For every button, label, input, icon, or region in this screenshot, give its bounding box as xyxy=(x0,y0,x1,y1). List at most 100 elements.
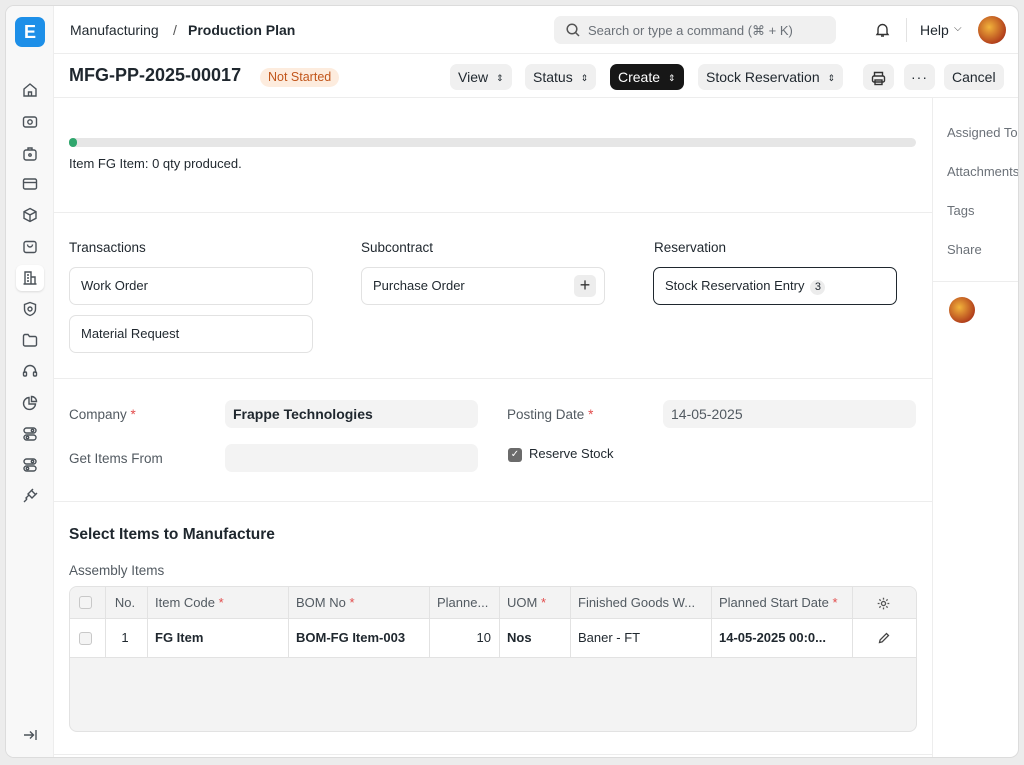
assigned-to-link[interactable]: Assigned To xyxy=(947,125,1018,140)
page-header: MFG-PP-2025-00017 Not Started View ⇕ Stat… xyxy=(54,54,1018,98)
row-no: 1 xyxy=(121,630,129,645)
headset-icon[interactable] xyxy=(21,362,39,380)
card-icon[interactable] xyxy=(21,175,39,193)
posting-date-label: Posting Date * xyxy=(507,407,594,422)
column-warehouse[interactable]: Finished Goods W... xyxy=(570,587,711,618)
column-start-date[interactable]: Planned Start Date * xyxy=(711,587,852,618)
view-button-label: View xyxy=(458,69,489,85)
bell-icon[interactable] xyxy=(874,21,891,38)
column-item-code[interactable]: Item Code * xyxy=(147,587,288,618)
table-row[interactable]: 1 FG Item BOM-FG Item-003 10 Nos Baner -… xyxy=(70,619,916,658)
progress-section: Item FG Item: 0 qty produced. xyxy=(54,98,932,213)
pie-chart-icon[interactable] xyxy=(21,394,39,412)
get-items-from-label: Get Items From xyxy=(69,451,163,466)
material-request-link[interactable]: Material Request xyxy=(69,315,313,353)
divider xyxy=(54,754,932,755)
breadcrumb-separator: / xyxy=(173,22,177,38)
stock-reservation-entry-label: Stock Reservation Entry xyxy=(665,278,805,293)
row-item-code[interactable]: FG Item xyxy=(147,619,288,657)
right-sidebar: Assigned To Attachments Tags Share xyxy=(932,98,1018,757)
collapse-sidebar-icon[interactable] xyxy=(21,726,39,744)
assembly-items-label: Assembly Items xyxy=(69,563,165,578)
column-no: No. xyxy=(114,595,136,610)
create-button[interactable]: Create ⇕ xyxy=(610,64,684,90)
stock-reservation-entry-link[interactable]: Stock Reservation Entry 3 xyxy=(653,267,897,305)
user-avatar[interactable] xyxy=(978,16,1006,44)
eye-icon[interactable] xyxy=(21,113,39,131)
assembly-items-table: No. Item Code * BOM No * Planne... UOM *… xyxy=(69,586,917,732)
company-field[interactable]: Frappe Technologies xyxy=(225,400,478,428)
row-planned-qty[interactable]: 10 xyxy=(429,619,499,657)
print-button[interactable] xyxy=(863,64,894,90)
status-button-label: Status xyxy=(533,69,573,85)
company-label: Company * xyxy=(69,407,136,422)
status-badge: Not Started xyxy=(260,68,340,87)
column-planned-qty[interactable]: Planne... xyxy=(429,587,499,618)
tags-link[interactable]: Tags xyxy=(947,203,974,218)
progress-bar xyxy=(69,138,916,147)
plug-icon[interactable] xyxy=(21,487,39,505)
creator-avatar[interactable] xyxy=(949,297,975,323)
gear-icon[interactable] xyxy=(876,596,891,611)
reserve-stock-checkbox[interactable]: ✓ xyxy=(508,448,522,462)
attachments-link[interactable]: Attachments xyxy=(947,164,1018,179)
progress-fill xyxy=(69,138,78,147)
app-logo[interactable]: E xyxy=(15,17,45,47)
printer-icon xyxy=(870,69,887,86)
add-icon[interactable]: + xyxy=(574,275,596,297)
details-section: Company * Frappe Technologies Get Items … xyxy=(54,379,932,502)
sidebar: E xyxy=(6,6,54,757)
row-uom[interactable]: Nos xyxy=(499,619,570,657)
column-uom[interactable]: UOM * xyxy=(499,587,570,618)
reservation-heading: Reservation xyxy=(654,240,727,255)
transactions-heading: Transactions xyxy=(69,240,146,255)
table-header: No. Item Code * BOM No * Planne... UOM *… xyxy=(70,587,916,619)
connections-section: Transactions Subcontract Reservation Wor… xyxy=(54,213,932,379)
chevron-updown-icon: ⇕ xyxy=(580,73,589,83)
row-warehouse[interactable]: Baner - FT xyxy=(570,619,711,657)
cube-icon[interactable] xyxy=(21,206,39,224)
building-icon[interactable] xyxy=(16,265,44,291)
status-button[interactable]: Status ⇕ xyxy=(525,64,597,90)
help-menu[interactable]: Help xyxy=(920,22,949,38)
posting-date-field[interactable]: 14-05-2025 xyxy=(663,400,916,428)
row-bom-no[interactable]: BOM-FG Item-003 xyxy=(288,619,429,657)
search-bar[interactable]: Search or type a command (⌘ + K) xyxy=(554,16,836,44)
chevron-updown-icon: ⇕ xyxy=(827,73,836,83)
app-window: E Manufacturing / Production Plan Search… xyxy=(6,6,1018,757)
get-items-from-field[interactable] xyxy=(225,444,478,472)
document-title: MFG-PP-2025-00017 xyxy=(69,65,242,85)
purchase-order-label: Purchase Order xyxy=(373,278,465,293)
subcontract-heading: Subcontract xyxy=(361,240,434,255)
work-order-link[interactable]: Work Order xyxy=(69,267,313,305)
column-bom-no[interactable]: BOM No * xyxy=(288,587,429,618)
shield-icon[interactable] xyxy=(21,300,39,318)
cancel-button[interactable]: Cancel xyxy=(944,64,1004,90)
more-actions-button[interactable]: ··· xyxy=(904,64,935,90)
briefcase-icon[interactable] xyxy=(21,145,39,163)
row-start-date[interactable]: 14-05-2025 00:0... xyxy=(711,619,852,657)
main-content: Item FG Item: 0 qty produced. Transactio… xyxy=(54,98,932,757)
breadcrumb-module[interactable]: Manufacturing xyxy=(70,22,159,38)
chevron-down-icon[interactable]: ⌵ xyxy=(954,23,962,34)
chevron-updown-icon: ⇕ xyxy=(668,73,676,83)
top-bar: Manufacturing / Production Plan Search o… xyxy=(54,6,1018,54)
toggle-icon[interactable] xyxy=(21,456,39,474)
breadcrumb-doctype[interactable]: Production Plan xyxy=(188,22,295,38)
view-button[interactable]: View ⇕ xyxy=(450,64,512,90)
create-button-label: Create xyxy=(618,69,661,85)
folder-icon[interactable] xyxy=(21,331,39,349)
search-placeholder: Search or type a command (⌘ + K) xyxy=(588,23,793,38)
count-badge: 3 xyxy=(810,280,826,295)
purchase-order-link[interactable]: Purchase Order + xyxy=(361,267,605,305)
share-link[interactable]: Share xyxy=(947,242,982,257)
row-checkbox[interactable] xyxy=(79,632,92,645)
select-all-checkbox[interactable] xyxy=(79,596,92,609)
bag-icon[interactable] xyxy=(21,237,39,255)
edit-icon[interactable] xyxy=(877,631,891,645)
divider xyxy=(906,18,907,42)
divider xyxy=(933,281,1018,282)
stock-reservation-button[interactable]: Stock Reservation ⇕ xyxy=(698,64,844,90)
toggle-icon[interactable] xyxy=(21,425,39,443)
home-icon[interactable] xyxy=(21,81,39,99)
